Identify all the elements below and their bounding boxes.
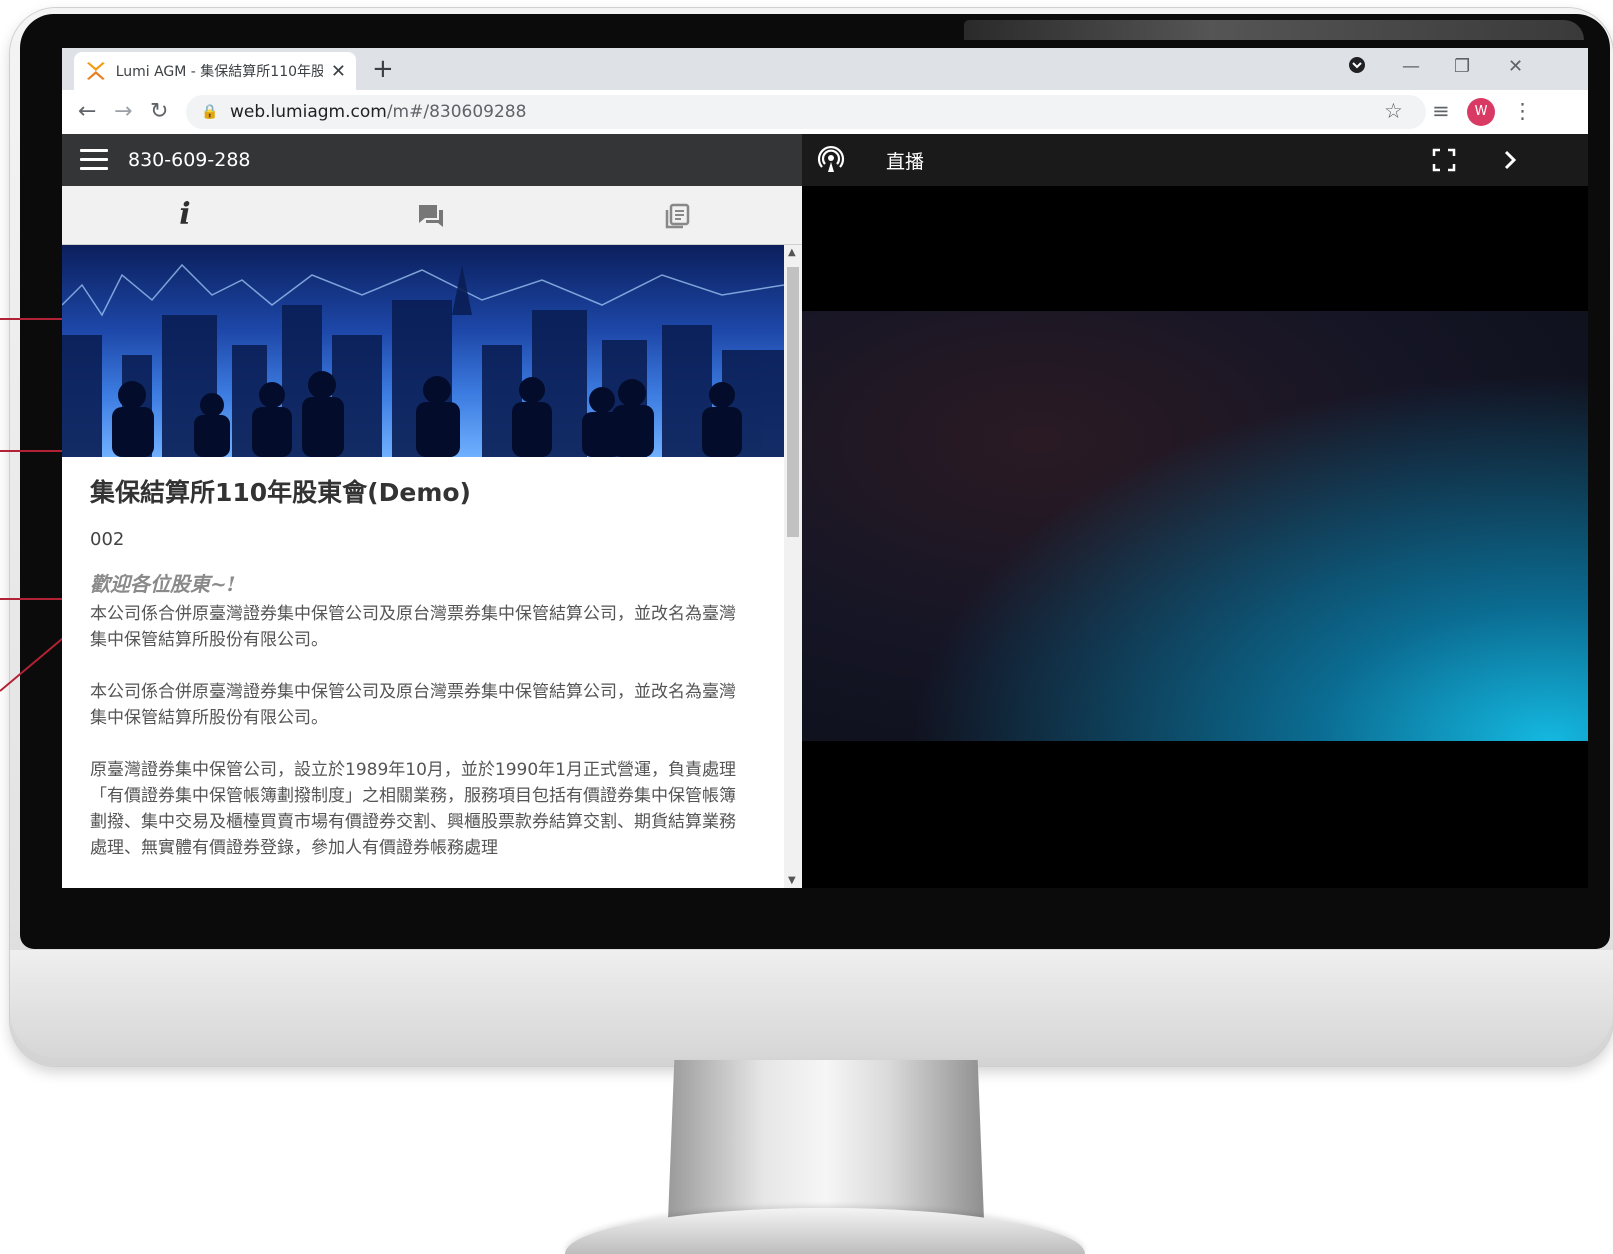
info-icon: i [179, 197, 191, 232]
chevron-right-icon[interactable] [1498, 148, 1522, 172]
meeting-info-body: 集保結算所110年股東會(Demo) 002 歡迎各位股東~! 本公司係合併原臺… [90, 473, 750, 887]
live-header: 直播 [802, 134, 1588, 186]
tab-messaging[interactable] [308, 186, 554, 244]
meeting-title: 集保結算所110年股東會(Demo) [90, 478, 471, 507]
url-text: web.lumiagm.com/m#/830609288 [230, 102, 527, 122]
forward-icon[interactable]: → [114, 99, 132, 124]
live-label: 直播 [886, 150, 925, 173]
reload-icon[interactable]: ↻ [150, 99, 168, 124]
live-video-player[interactable] [802, 311, 1588, 741]
back-icon[interactable]: ← [78, 99, 96, 124]
scrollbar[interactable]: ▲ ▼ [784, 245, 802, 888]
restore-icon[interactable]: ❐ [1454, 56, 1470, 77]
minimize-icon[interactable]: — [1402, 56, 1420, 77]
welcome-heading: 歡迎各位股東~! [90, 572, 236, 596]
star-icon[interactable]: ☆ [1384, 99, 1403, 123]
meeting-id: 830-609-288 [128, 149, 251, 171]
scroll-thumb[interactable] [787, 267, 799, 537]
more-icon[interactable]: ⋮ [1512, 99, 1533, 123]
profile-icon[interactable]: W [1467, 98, 1495, 126]
tab-info[interactable]: i [62, 186, 308, 244]
fullscreen-icon[interactable] [1432, 148, 1456, 172]
browser-tab[interactable]: Lumi AGM - 集保結算所110年股 ✕ [74, 52, 356, 90]
app-header: 830-609-288 [62, 134, 802, 186]
lock-icon: 🔒 [201, 104, 219, 120]
bezel-sheen [964, 20, 1584, 40]
monitor-chin [10, 950, 1613, 1058]
address-bar-row: ← → ↻ 🔒 web.lumiagm.com/m#/830609288 ☆ ≡… [62, 90, 1588, 135]
close-icon[interactable]: ✕ [331, 61, 346, 82]
lumi-logo-icon [86, 62, 105, 80]
screen: Lumi AGM - 集保結算所110年股 ✕ + — ❐ ✕ ← → ↻ 🔒 … [62, 48, 1588, 888]
tab-search-icon[interactable] [1348, 56, 1366, 79]
tab-title: Lumi AGM - 集保結算所110年股 [115, 64, 323, 80]
info-pane: 830-609-288 i 集保結算所110年股東會(Demo) 002 歡迎各… [62, 134, 802, 888]
monitor-stand-base [565, 1208, 1085, 1254]
description-paragraph: 本公司係合併原臺灣證券集中保管公司及原台灣票券集中保管結算公司，並改名為臺灣集中… [90, 682, 736, 728]
meeting-banner-image [62, 245, 784, 457]
scroll-up-icon[interactable]: ▲ [788, 247, 796, 258]
scroll-down-icon[interactable]: ▼ [788, 875, 796, 886]
url-bar[interactable]: 🔒 web.lumiagm.com/m#/830609288 [186, 95, 1426, 129]
meeting-code: 002 [90, 529, 125, 550]
menu-icon[interactable] [80, 149, 110, 171]
description-paragraph: 本公司係合併原臺灣證券集中保管公司及原台灣票券集中保管結算公司，並改名為臺灣集中… [90, 604, 736, 650]
documents-icon [665, 203, 690, 228]
media-icon[interactable]: ≡ [1432, 99, 1450, 123]
description-paragraph: 原臺灣證券集中保管公司，設立於1989年10月，並於1990年1月正式營運，負責… [90, 760, 736, 858]
plus-icon[interactable]: + [372, 54, 394, 84]
info-content[interactable]: 集保結算所110年股東會(Demo) 002 歡迎各位股東~! 本公司係合併原臺… [62, 245, 802, 888]
icon-tab-bar: i [62, 186, 802, 247]
chat-icon [419, 204, 443, 227]
tab-documents[interactable] [554, 186, 800, 244]
browser-tab-strip: Lumi AGM - 集保結算所110年股 ✕ + — ❐ ✕ [62, 48, 1588, 90]
window-close-icon[interactable]: ✕ [1508, 56, 1523, 77]
broadcast-icon [817, 145, 845, 172]
monitor-stand-neck [668, 1060, 984, 1220]
banner-illustration [62, 263, 784, 457]
live-pane: 直播 [802, 134, 1588, 888]
